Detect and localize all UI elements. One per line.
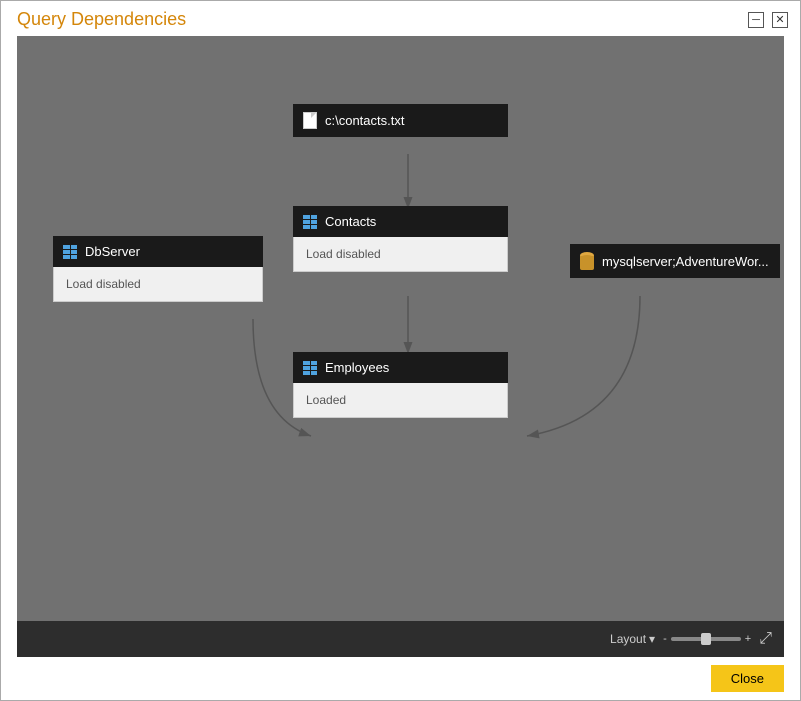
zoom-minus[interactable]: - (663, 633, 667, 645)
contacts-file-label: c:\contacts.txt (325, 113, 404, 128)
employees-label: Employees (325, 360, 389, 375)
title-bar: Query Dependencies ─ ✕ (1, 1, 800, 36)
mysql-node[interactable]: mysqlserver;AdventureWor... (570, 244, 780, 278)
dbserver-body: Load disabled (53, 267, 263, 302)
zoom-bar: - + (663, 633, 751, 645)
table-icon (63, 245, 77, 259)
main-window: Query Dependencies ─ ✕ (0, 0, 801, 701)
footer: Close (1, 657, 800, 700)
contacts-body: Load disabled (293, 237, 508, 272)
zoom-plus[interactable]: + (745, 633, 751, 645)
close-button[interactable]: Close (711, 665, 784, 692)
fit-button[interactable]: ⤢ (759, 630, 772, 648)
contacts-node[interactable]: Contacts Load disabled (293, 206, 508, 272)
contacts-file-node[interactable]: c:\contacts.txt (293, 104, 508, 137)
window-controls: ─ ✕ (748, 12, 788, 28)
bottom-toolbar: Layout ▾ - + ⤢ (17, 621, 784, 657)
db-icon (580, 252, 594, 270)
minimize-button[interactable]: ─ (748, 12, 764, 28)
layout-label: Layout (610, 632, 646, 646)
contacts-label: Contacts (325, 214, 376, 229)
dbserver-header: DbServer (53, 236, 263, 267)
employees-node[interactable]: Employees Loaded (293, 352, 508, 418)
employees-header: Employees (293, 352, 508, 383)
employees-body: Loaded (293, 383, 508, 418)
mysql-header: mysqlserver;AdventureWor... (570, 244, 780, 278)
file-icon (303, 112, 317, 129)
table-icon (303, 215, 317, 229)
arrow-mysql-to-employees (527, 296, 640, 436)
window-title: Query Dependencies (17, 9, 186, 30)
contacts-file-header: c:\contacts.txt (293, 104, 508, 137)
dbserver-label: DbServer (85, 244, 140, 259)
zoom-slider[interactable] (671, 637, 741, 641)
close-window-button[interactable]: ✕ (772, 12, 788, 28)
contacts-header: Contacts (293, 206, 508, 237)
layout-button[interactable]: Layout ▾ (610, 632, 655, 646)
zoom-thumb (701, 633, 711, 645)
diagram-canvas: c:\contacts.txt DbServer Load disabled (17, 36, 784, 621)
table-icon (303, 361, 317, 375)
dbserver-node[interactable]: DbServer Load disabled (53, 236, 263, 302)
mysql-label: mysqlserver;AdventureWor... (602, 254, 769, 269)
layout-dropdown-icon: ▾ (649, 632, 655, 646)
